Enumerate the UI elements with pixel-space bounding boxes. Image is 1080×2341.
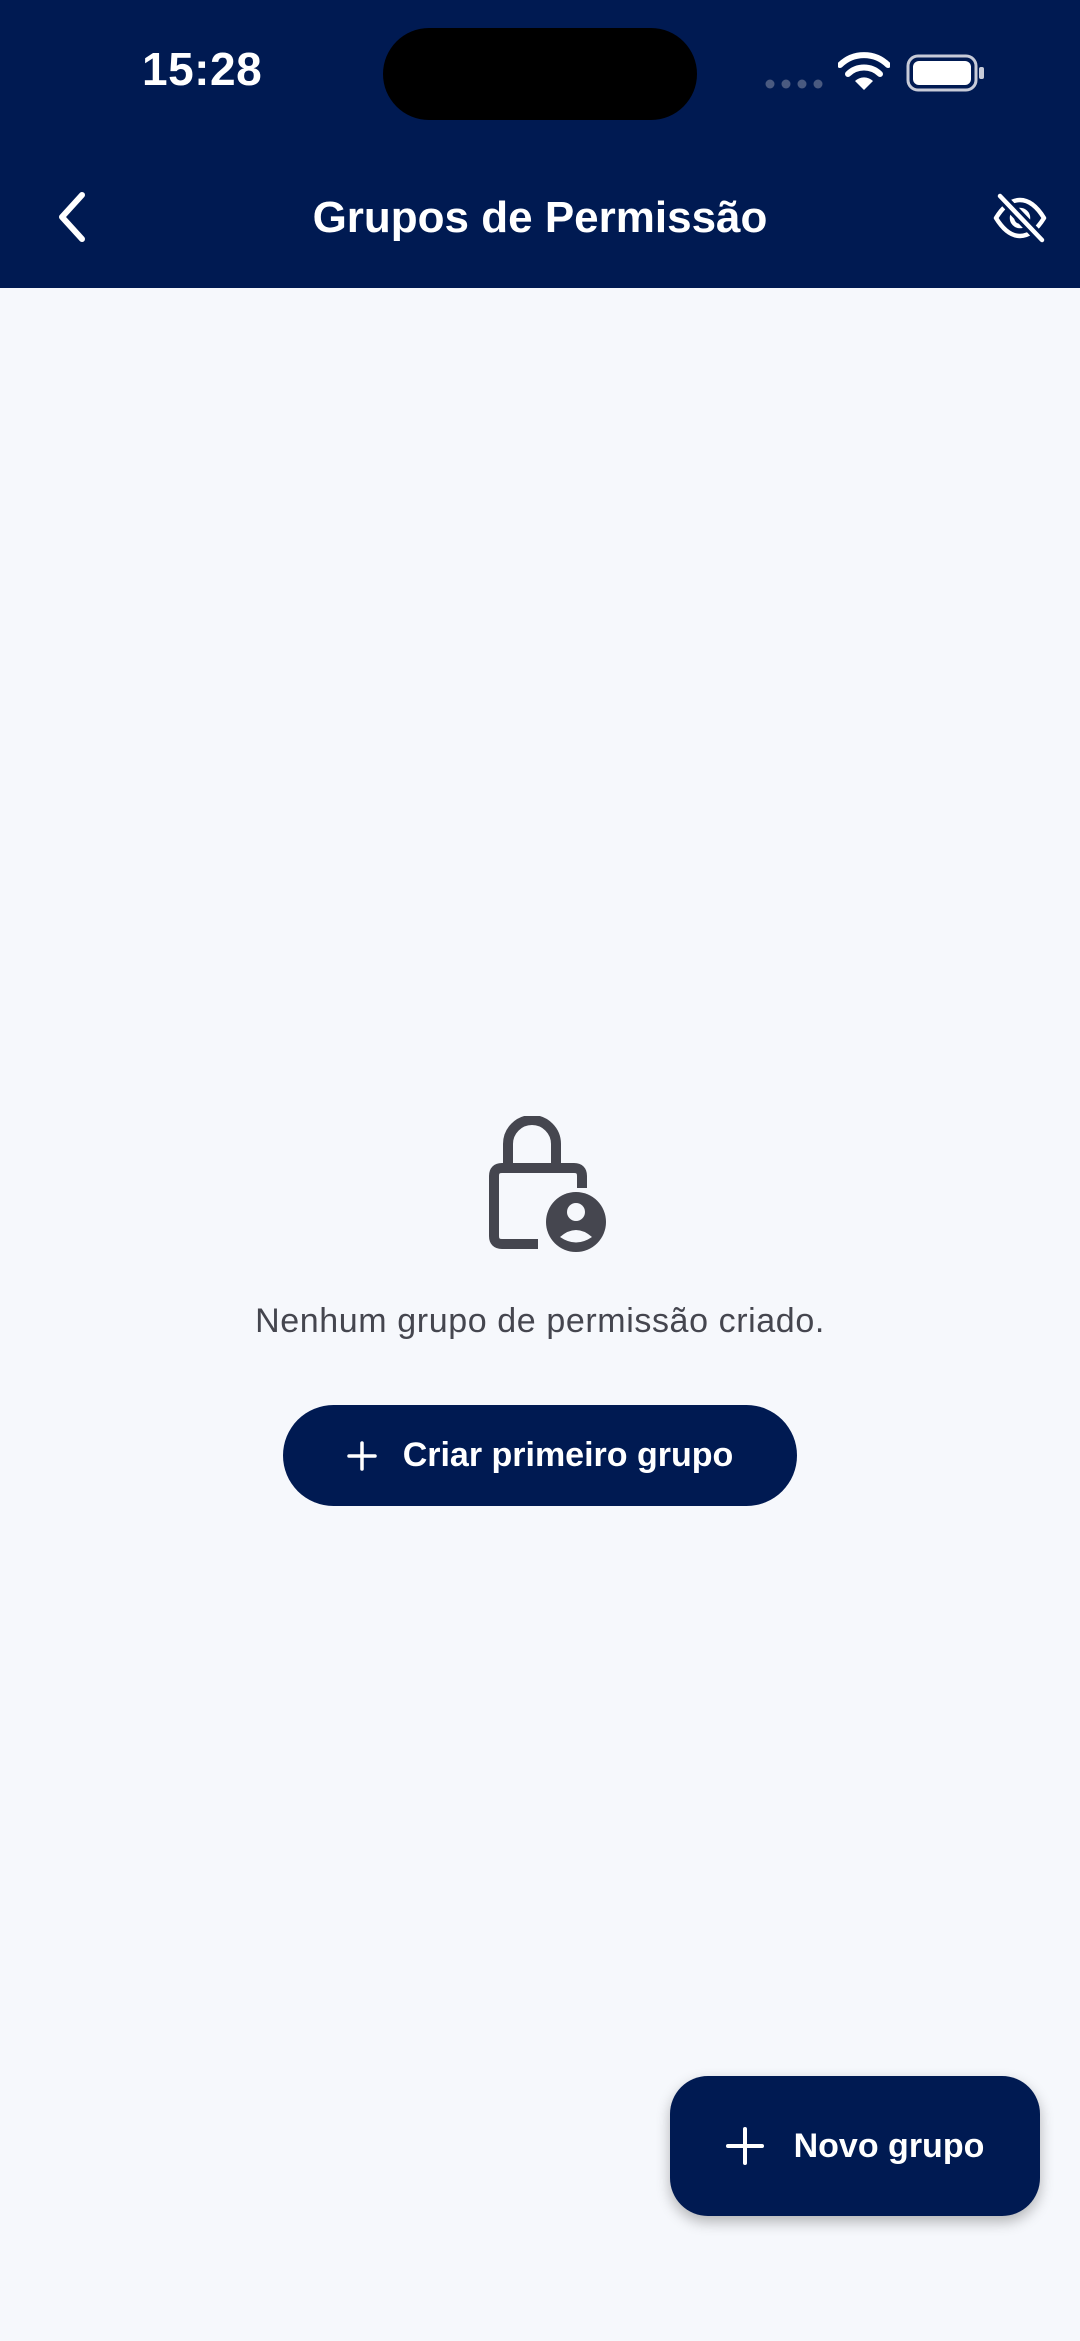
plus-icon [346, 1440, 377, 1471]
back-button[interactable] [40, 180, 104, 254]
chevron-left-icon [59, 192, 85, 242]
new-group-label: Novo grupo [793, 2126, 985, 2165]
create-first-group-label: Criar primeiro grupo [402, 1436, 734, 1474]
new-group-fab[interactable]: Novo grupo [670, 2076, 1040, 2216]
visibility-off-icon [993, 193, 1048, 243]
plus-icon [725, 2127, 764, 2165]
status-time: 15:28 [142, 43, 263, 95]
signal-dots-icon [765, 79, 823, 89]
app-header: 15:28 Grupos de Permissão [0, 0, 1080, 288]
wifi-icon [838, 52, 890, 90]
empty-state-message: Nenhum grupo de permissão criado. [255, 1302, 825, 1340]
lock-person-icon [489, 1116, 606, 1252]
battery-icon [906, 54, 984, 92]
create-first-group-button[interactable]: Criar primeiro grupo [283, 1405, 797, 1506]
visibility-toggle-button[interactable] [986, 186, 1054, 250]
page-title: Grupos de Permissão [312, 193, 768, 242]
dynamic-island [383, 28, 697, 120]
